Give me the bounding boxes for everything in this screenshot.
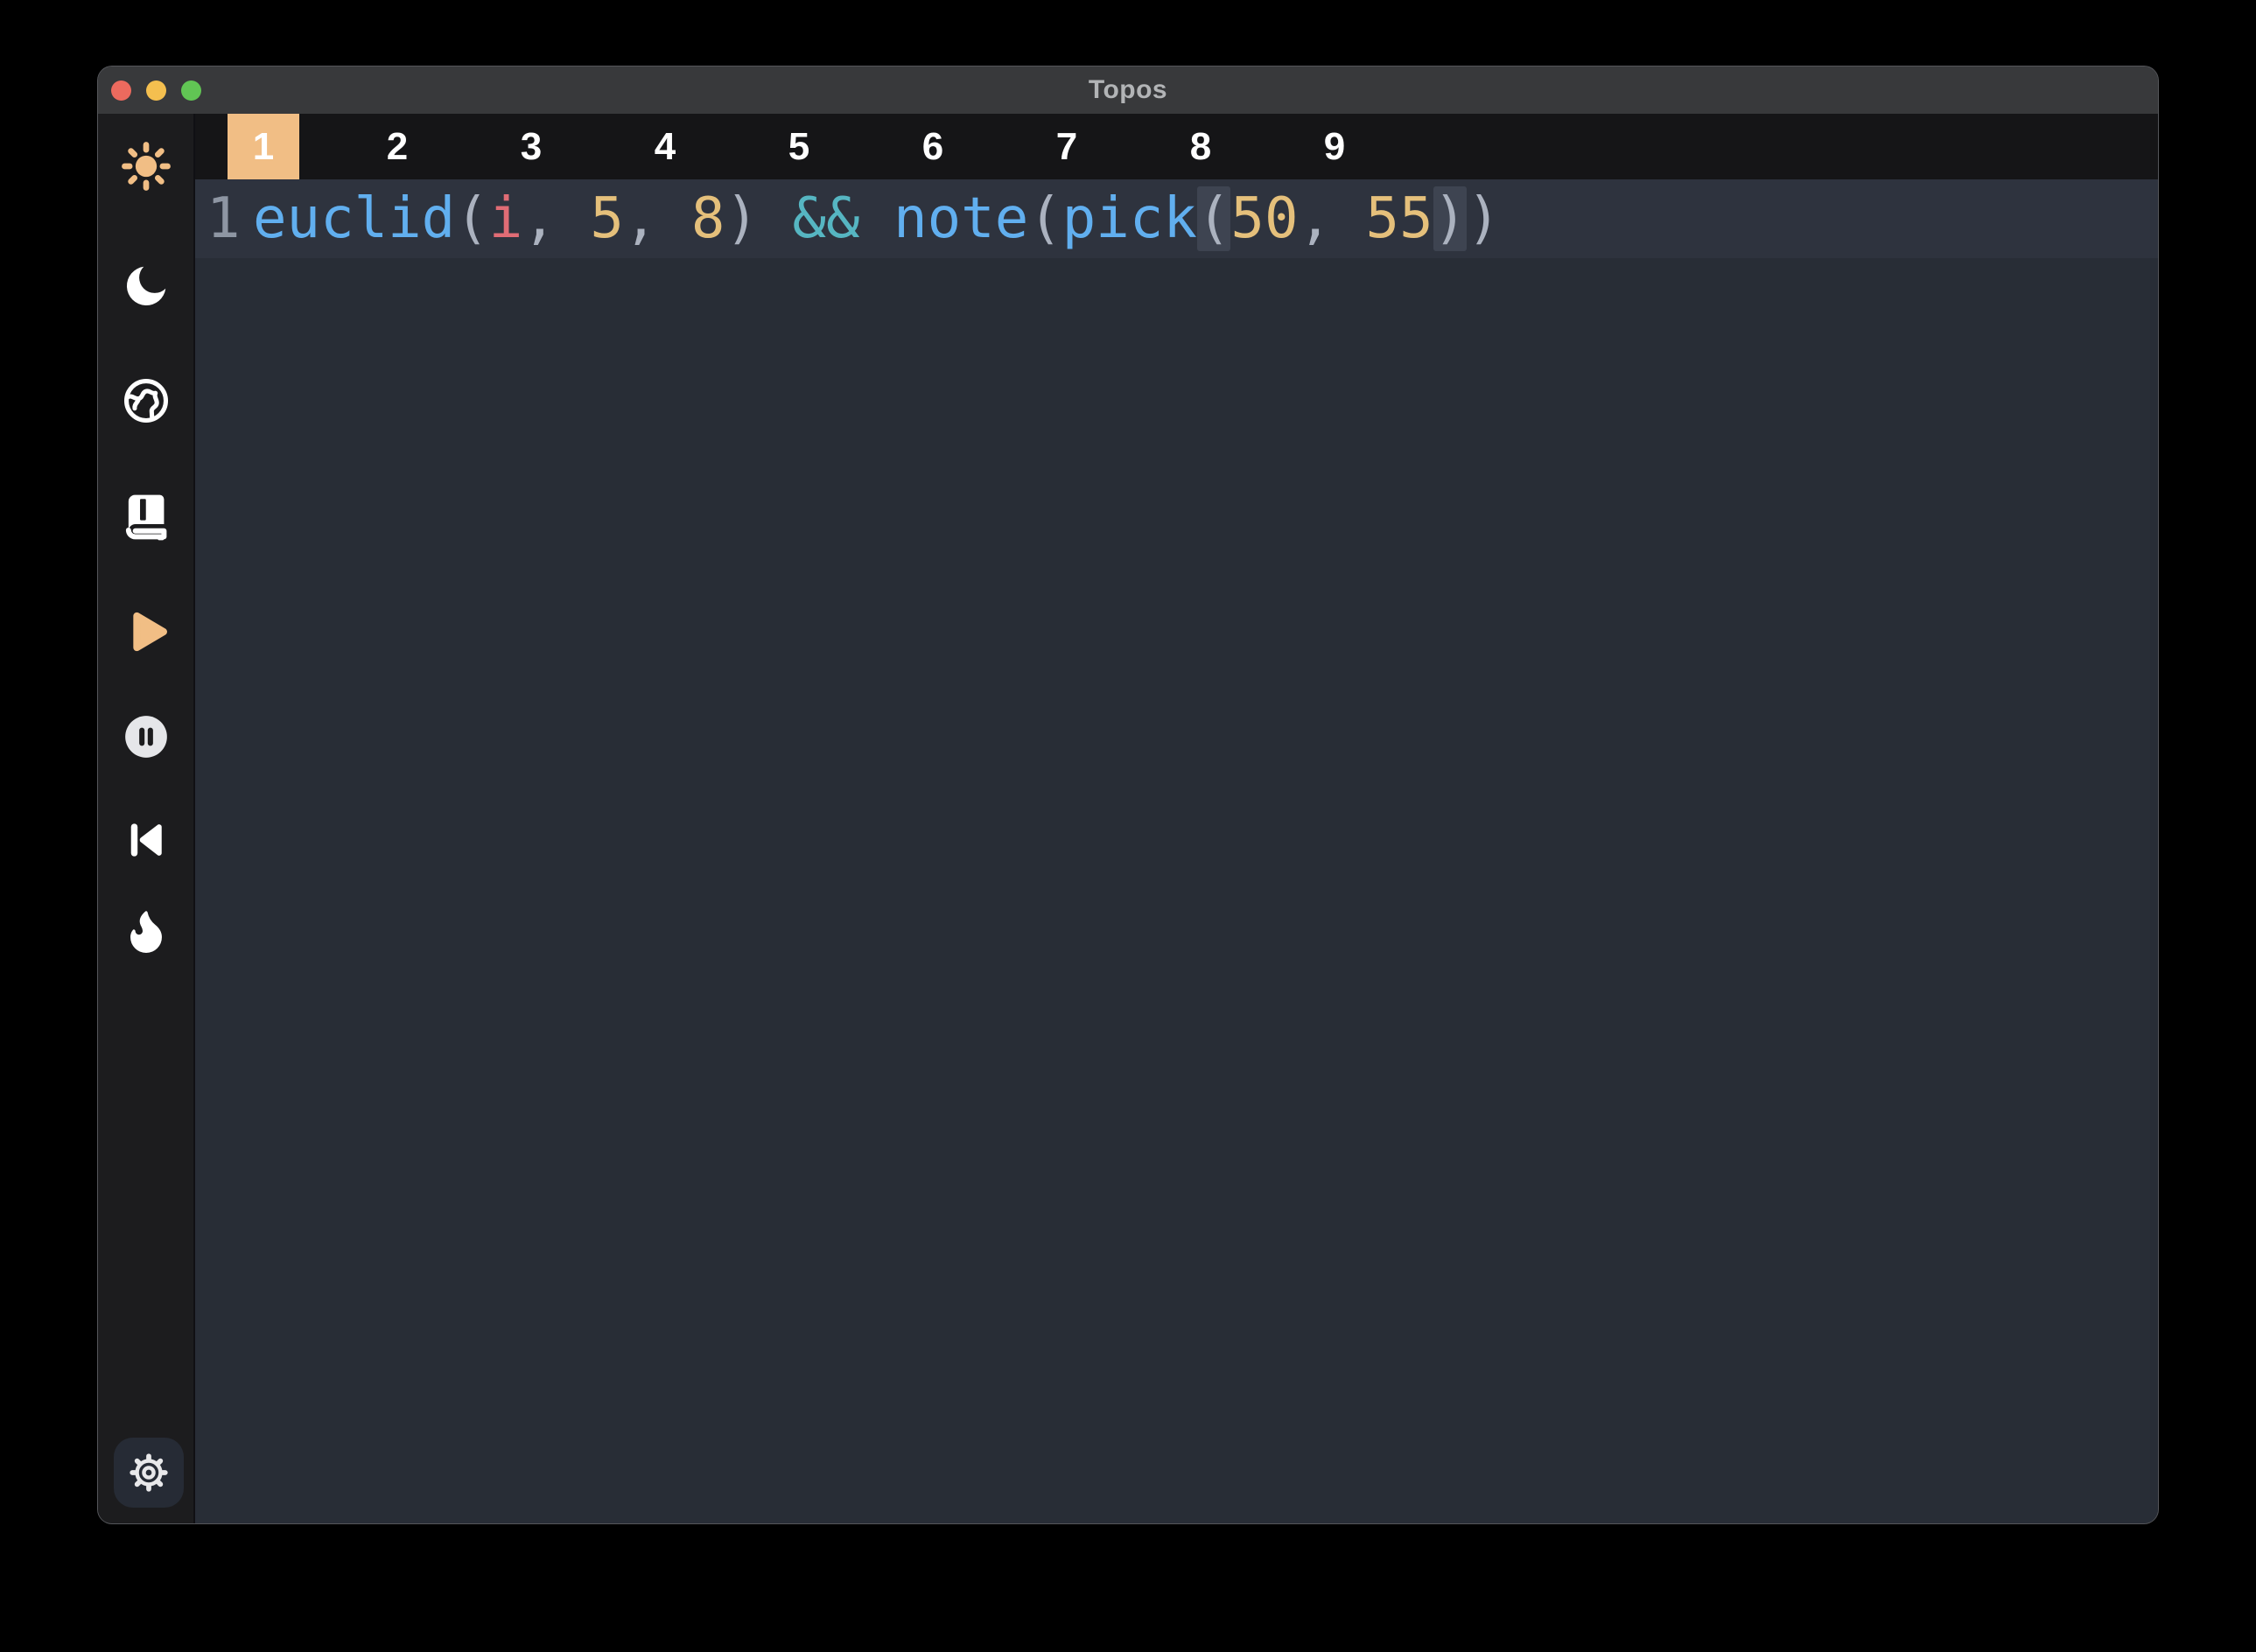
book-icon: [119, 491, 173, 545]
matched-bracket: (: [1197, 186, 1231, 251]
docs-button[interactable]: [118, 490, 174, 546]
close-button[interactable]: [111, 80, 131, 101]
flame-button[interactable]: [118, 903, 174, 959]
pause-icon: [123, 713, 170, 760]
code-token: note: [893, 186, 1028, 251]
zoom-button[interactable]: [181, 80, 201, 101]
tab-3[interactable]: 3: [495, 114, 567, 179]
tab-8[interactable]: 8: [1165, 114, 1237, 179]
globe-icon: [121, 375, 172, 426]
tab-4[interactable]: 4: [629, 114, 701, 179]
code-token: 5: [590, 186, 624, 251]
skip-back-button[interactable]: [118, 812, 174, 868]
code-token: 50: [1230, 186, 1298, 251]
code-token: [860, 186, 894, 251]
tab-9[interactable]: 9: [1299, 114, 1370, 179]
light-theme-button[interactable]: [118, 138, 174, 194]
skip-back-icon: [122, 816, 171, 864]
code-token: ,: [624, 186, 691, 251]
code-token: ): [725, 186, 792, 251]
tab-bar: 123456789: [195, 114, 2158, 179]
play-button[interactable]: [118, 604, 174, 660]
main-area: 123456789 1 euclid(i, 5, 8) && note(pick…: [98, 114, 2158, 1523]
flame-icon: [122, 906, 171, 956]
pause-button[interactable]: [118, 709, 174, 765]
settings-button[interactable]: [114, 1438, 184, 1508]
code-token: (: [455, 186, 489, 251]
content-area: 123456789 1 euclid(i, 5, 8) && note(pick…: [195, 114, 2158, 1523]
tab-6[interactable]: 6: [897, 114, 969, 179]
minimize-button[interactable]: [146, 80, 166, 101]
play-icon: [118, 604, 174, 660]
code-token: ): [1467, 186, 1501, 251]
tab-7[interactable]: 7: [1031, 114, 1103, 179]
code-token: pick: [1062, 186, 1197, 251]
gear-icon: [129, 1452, 169, 1493]
globe-button[interactable]: [118, 373, 174, 429]
code-line-1: 1 euclid(i, 5, 8) && note(pick(50, 55)): [195, 179, 2158, 258]
code-editor[interactable]: 1 euclid(i, 5, 8) && note(pick(50, 55)): [195, 179, 2158, 1523]
titlebar: Topos: [98, 66, 2158, 114]
code-token: 8: [691, 186, 725, 251]
traffic-lights: [111, 66, 201, 114]
code-token: &&: [793, 186, 860, 251]
sun-icon: [119, 139, 173, 193]
code-token: euclid: [253, 186, 455, 251]
sidebar: [98, 114, 195, 1523]
topos-window: Topos: [98, 66, 2158, 1523]
code-token: ,: [522, 186, 590, 251]
code-token: i: [489, 186, 523, 251]
matched-bracket: ): [1433, 186, 1468, 251]
tab-2[interactable]: 2: [361, 114, 433, 179]
window-title: Topos: [1089, 75, 1167, 105]
moon-icon: [120, 260, 172, 312]
line-number: 1: [195, 179, 253, 258]
dark-theme-button[interactable]: [118, 258, 174, 314]
code-content: euclid(i, 5, 8) && note(pick(50, 55)): [253, 179, 1501, 258]
code-token: 55: [1366, 186, 1433, 251]
code-token: ,: [1298, 186, 1365, 251]
tab-5[interactable]: 5: [763, 114, 835, 179]
code-token: (: [1028, 186, 1062, 251]
tab-1[interactable]: 1: [228, 114, 299, 179]
